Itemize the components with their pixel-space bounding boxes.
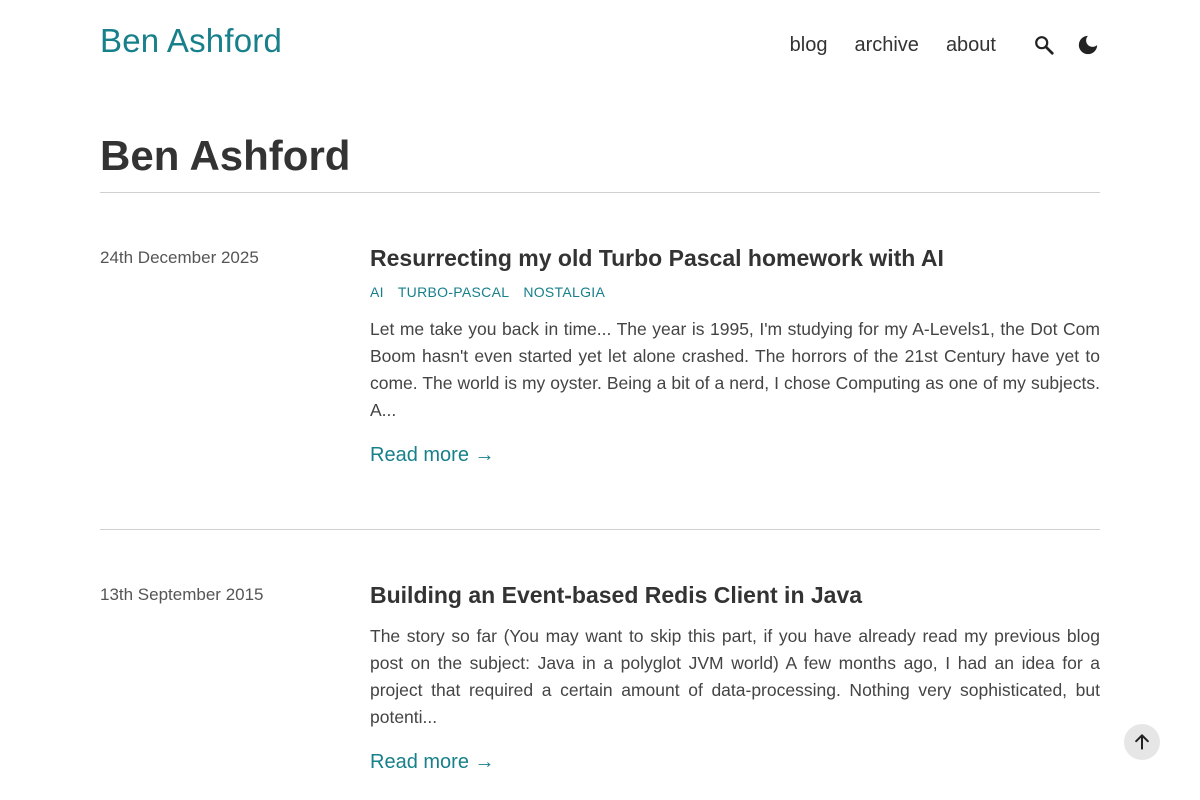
nav-about-link[interactable]: about <box>946 34 996 57</box>
search-icon <box>1035 36 1054 55</box>
post-excerpt: The story so far (You may want to skip t… <box>370 626 1100 727</box>
post-body: Resurrecting my old Turbo Pascal homewor… <box>370 245 1100 467</box>
post-body: Building an Event-based Redis Client in … <box>370 582 1100 774</box>
page-title: Ben Ashford <box>100 132 351 179</box>
arrow-up-icon <box>1135 734 1149 750</box>
post-title-link[interactable]: Resurrecting my old Turbo Pascal homewor… <box>370 242 1100 274</box>
main-nav: blog archive about <box>790 30 1100 60</box>
read-more-link[interactable]: Read more → <box>370 444 495 467</box>
site-header: Ben Ashford blog archive about <box>100 0 1100 90</box>
moon-icon <box>1078 35 1098 55</box>
post-title-link[interactable]: Building an Event-based Redis Client in … <box>370 579 1100 611</box>
nav-archive-link[interactable]: archive <box>854 34 918 57</box>
nav-blog-link[interactable]: blog <box>790 34 828 57</box>
post-date: 13th September 2015 <box>100 585 264 604</box>
theme-toggle-button[interactable] <box>1076 33 1100 57</box>
post-divider <box>100 529 1100 530</box>
tag-turbo-pascal[interactable]: TURBO-PASCAL <box>398 284 509 300</box>
back-to-top-button[interactable] <box>1124 724 1160 760</box>
read-more-link[interactable]: Read more → <box>370 751 495 774</box>
post-excerpt: Let me take you back in time... The year… <box>370 319 1100 420</box>
tag-ai[interactable]: AI <box>370 284 384 300</box>
page: Ben Ashford blog archive about Ben Ashfo… <box>0 0 1200 800</box>
search-button[interactable] <box>1032 33 1056 57</box>
post-tags: AI TURBO-PASCAL NOSTALGIA <box>370 284 1100 300</box>
site-title-link[interactable]: Ben Ashford <box>100 22 282 60</box>
heading-divider <box>100 192 1100 193</box>
tag-nostalgia[interactable]: NOSTALGIA <box>523 284 605 300</box>
post-date: 24th December 2025 <box>100 248 259 267</box>
